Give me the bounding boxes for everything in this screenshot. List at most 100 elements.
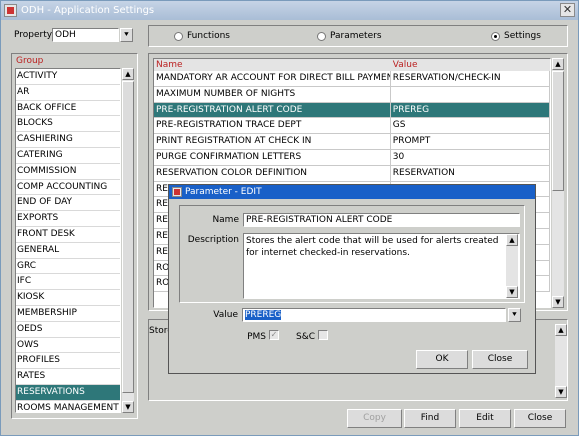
- row-value-cell: GS: [391, 118, 550, 134]
- group-item[interactable]: ROOMS MANAGEMENT: [16, 401, 120, 412]
- value-dropdown-icon[interactable]: ⯆: [508, 308, 521, 322]
- radio-settings-dot[interactable]: [491, 31, 500, 41]
- parameter-edit-dialog: Parameter - EDIT Name PRE-REGISTRATION A…: [168, 184, 536, 374]
- copy-button[interactable]: Copy: [347, 409, 402, 428]
- grid-header-name: Name: [156, 60, 183, 70]
- group-item[interactable]: AR: [16, 85, 120, 101]
- group-item[interactable]: COMP ACCOUNTING: [16, 180, 120, 196]
- group-item[interactable]: END OF DAY: [16, 195, 120, 212]
- dialog-title: Parameter - EDIT: [185, 187, 262, 197]
- grid-scroll-thumb[interactable]: [552, 71, 564, 191]
- view-radio-group: Functions Parameters Settings: [148, 25, 568, 47]
- table-row[interactable]: PRE-REGISTRATION ALERT CODE PREREG: [154, 102, 550, 119]
- title-bar: ODH - Application Settings ✕: [1, 1, 578, 20]
- row-value-cell: [391, 86, 550, 102]
- row-value-cell: 30: [391, 149, 550, 165]
- app-icon: [4, 4, 17, 17]
- group-list: ACTIVITY AR BACK OFFICE BLOCKS CASHIERING CAT…: [15, 68, 121, 413]
- description-scroll-down-icon[interactable]: ▼: [506, 286, 518, 298]
- group-item[interactable]: MEMBERSHIP: [16, 306, 120, 322]
- radio-settings[interactable]: Settings: [491, 31, 541, 41]
- table-row[interactable]: PRE-REGISTRATION TRACE DEPT GS: [154, 118, 550, 135]
- scroll-thumb[interactable]: [122, 81, 134, 393]
- value-label: Value: [213, 310, 238, 320]
- description-scroll-up-icon[interactable]: ▲: [506, 234, 518, 246]
- property-dropdown-icon[interactable]: ⯆: [120, 28, 133, 42]
- group-item[interactable]: GRC: [16, 259, 120, 275]
- window-title: ODH - Application Settings: [21, 5, 155, 16]
- group-item[interactable]: RESERVATIONS: [16, 384, 120, 401]
- pms-checkbox[interactable]: ✓: [269, 330, 279, 340]
- radio-parameters[interactable]: Parameters: [317, 31, 382, 41]
- grid-scrollbar[interactable]: ▲ ▼: [552, 58, 564, 308]
- dialog-app-icon: [172, 187, 182, 197]
- find-button[interactable]: Find: [404, 409, 456, 428]
- row-value-cell: RESERVATION: [391, 165, 550, 181]
- sc-label: S&C: [295, 332, 315, 342]
- close-window-icon[interactable]: ✕: [560, 3, 575, 17]
- group-item[interactable]: CASHIERING: [16, 132, 120, 148]
- group-item[interactable]: RATES: [16, 369, 120, 385]
- edit-button[interactable]: Edit: [459, 409, 511, 428]
- property-label: Property: [14, 30, 53, 40]
- scroll-down-icon[interactable]: ▼: [122, 401, 134, 413]
- name-field[interactable]: PRE-REGISTRATION ALERT CODE: [243, 213, 520, 227]
- description-label: Description: [187, 235, 239, 245]
- radio-settings-label: Settings: [504, 31, 541, 41]
- row-name-cell: MANDATORY AR ACCOUNT FOR DIRECT BILL PAY…: [154, 71, 391, 86]
- group-header: Group: [16, 56, 44, 66]
- store-scroll-down-icon[interactable]: ▼: [555, 386, 567, 398]
- dialog-close-button[interactable]: Close: [472, 350, 528, 369]
- grid-header-value: Value: [392, 60, 418, 70]
- store-scroll-up-icon[interactable]: ▲: [555, 324, 567, 336]
- sc-checkbox[interactable]: [318, 330, 328, 340]
- group-item[interactable]: COMMISSION: [16, 164, 120, 180]
- radio-functions-label: Functions: [187, 31, 230, 41]
- application-settings-window: ODH - Application Settings ✕ Property OD…: [0, 0, 579, 436]
- grid-scroll-up-icon[interactable]: ▲: [552, 58, 564, 70]
- close-button[interactable]: Close: [514, 409, 566, 428]
- name-label: Name: [212, 215, 239, 225]
- table-row[interactable]: MAXIMUM NUMBER OF NIGHTS: [154, 86, 550, 103]
- dialog-title-bar: Parameter - EDIT: [169, 185, 535, 199]
- group-item[interactable]: KIOSK: [16, 290, 120, 306]
- group-scrollbar[interactable]: ▲ ▼: [122, 68, 134, 413]
- group-item[interactable]: BLOCKS: [16, 116, 120, 133]
- group-item[interactable]: IFC: [16, 274, 120, 291]
- group-item[interactable]: PROFILES: [16, 353, 120, 370]
- row-name-cell: MAXIMUM NUMBER OF NIGHTS: [154, 86, 391, 102]
- table-row[interactable]: MANDATORY AR ACCOUNT FOR DIRECT BILL PAY…: [154, 71, 550, 87]
- dialog-fields-panel: Name PRE-REGISTRATION ALERT CODE Descrip…: [179, 205, 525, 303]
- group-item[interactable]: FRONT DESK: [16, 227, 120, 243]
- description-textarea[interactable]: Stores the alert code that will be used …: [243, 233, 520, 299]
- group-item[interactable]: CATERING: [16, 148, 120, 164]
- description-scrollbar[interactable]: ▲ ▼: [506, 234, 518, 298]
- property-input[interactable]: ODH: [52, 28, 119, 42]
- radio-functions-dot[interactable]: [174, 31, 183, 41]
- row-value-cell: PROMPT: [391, 134, 550, 149]
- group-item[interactable]: GENERAL: [16, 243, 120, 259]
- row-name-cell: PURGE CONFIRMATION LETTERS: [154, 149, 391, 165]
- grid-scroll-down-icon[interactable]: ▼: [552, 296, 564, 308]
- group-item[interactable]: BACK OFFICE: [16, 101, 120, 117]
- group-panel: Group ACTIVITY AR BACK OFFICE BLOCKS CASHIER…: [11, 53, 138, 419]
- row-value-cell: RESERVATION/CHECK-IN: [391, 71, 550, 86]
- group-item[interactable]: OEDS: [16, 322, 120, 338]
- pms-label: PMS: [247, 332, 266, 342]
- row-name-cell: PRE-REGISTRATION TRACE DEPT: [154, 118, 391, 134]
- row-name-cell: PRINT REGISTRATION AT CHECK IN: [154, 134, 391, 149]
- store-scrollbar[interactable]: ▲ ▼: [555, 324, 567, 398]
- scroll-up-icon[interactable]: ▲: [122, 68, 134, 80]
- group-item[interactable]: EXPORTS: [16, 211, 120, 227]
- table-row[interactable]: RESERVATION COLOR DEFINITION RESERVATION: [154, 165, 550, 182]
- grid-header: Name Value: [154, 59, 550, 71]
- radio-functions[interactable]: Functions: [174, 31, 230, 41]
- row-value-cell: PREREG: [391, 102, 550, 118]
- value-field[interactable]: PREREG: [242, 308, 506, 322]
- radio-parameters-dot[interactable]: [317, 31, 326, 41]
- group-item[interactable]: ACTIVITY: [16, 69, 120, 85]
- group-item[interactable]: OWS: [16, 338, 120, 354]
- table-row[interactable]: PRINT REGISTRATION AT CHECK IN PROMPT: [154, 134, 550, 150]
- table-row[interactable]: PURGE CONFIRMATION LETTERS 30: [154, 149, 550, 166]
- ok-button[interactable]: OK: [416, 350, 468, 369]
